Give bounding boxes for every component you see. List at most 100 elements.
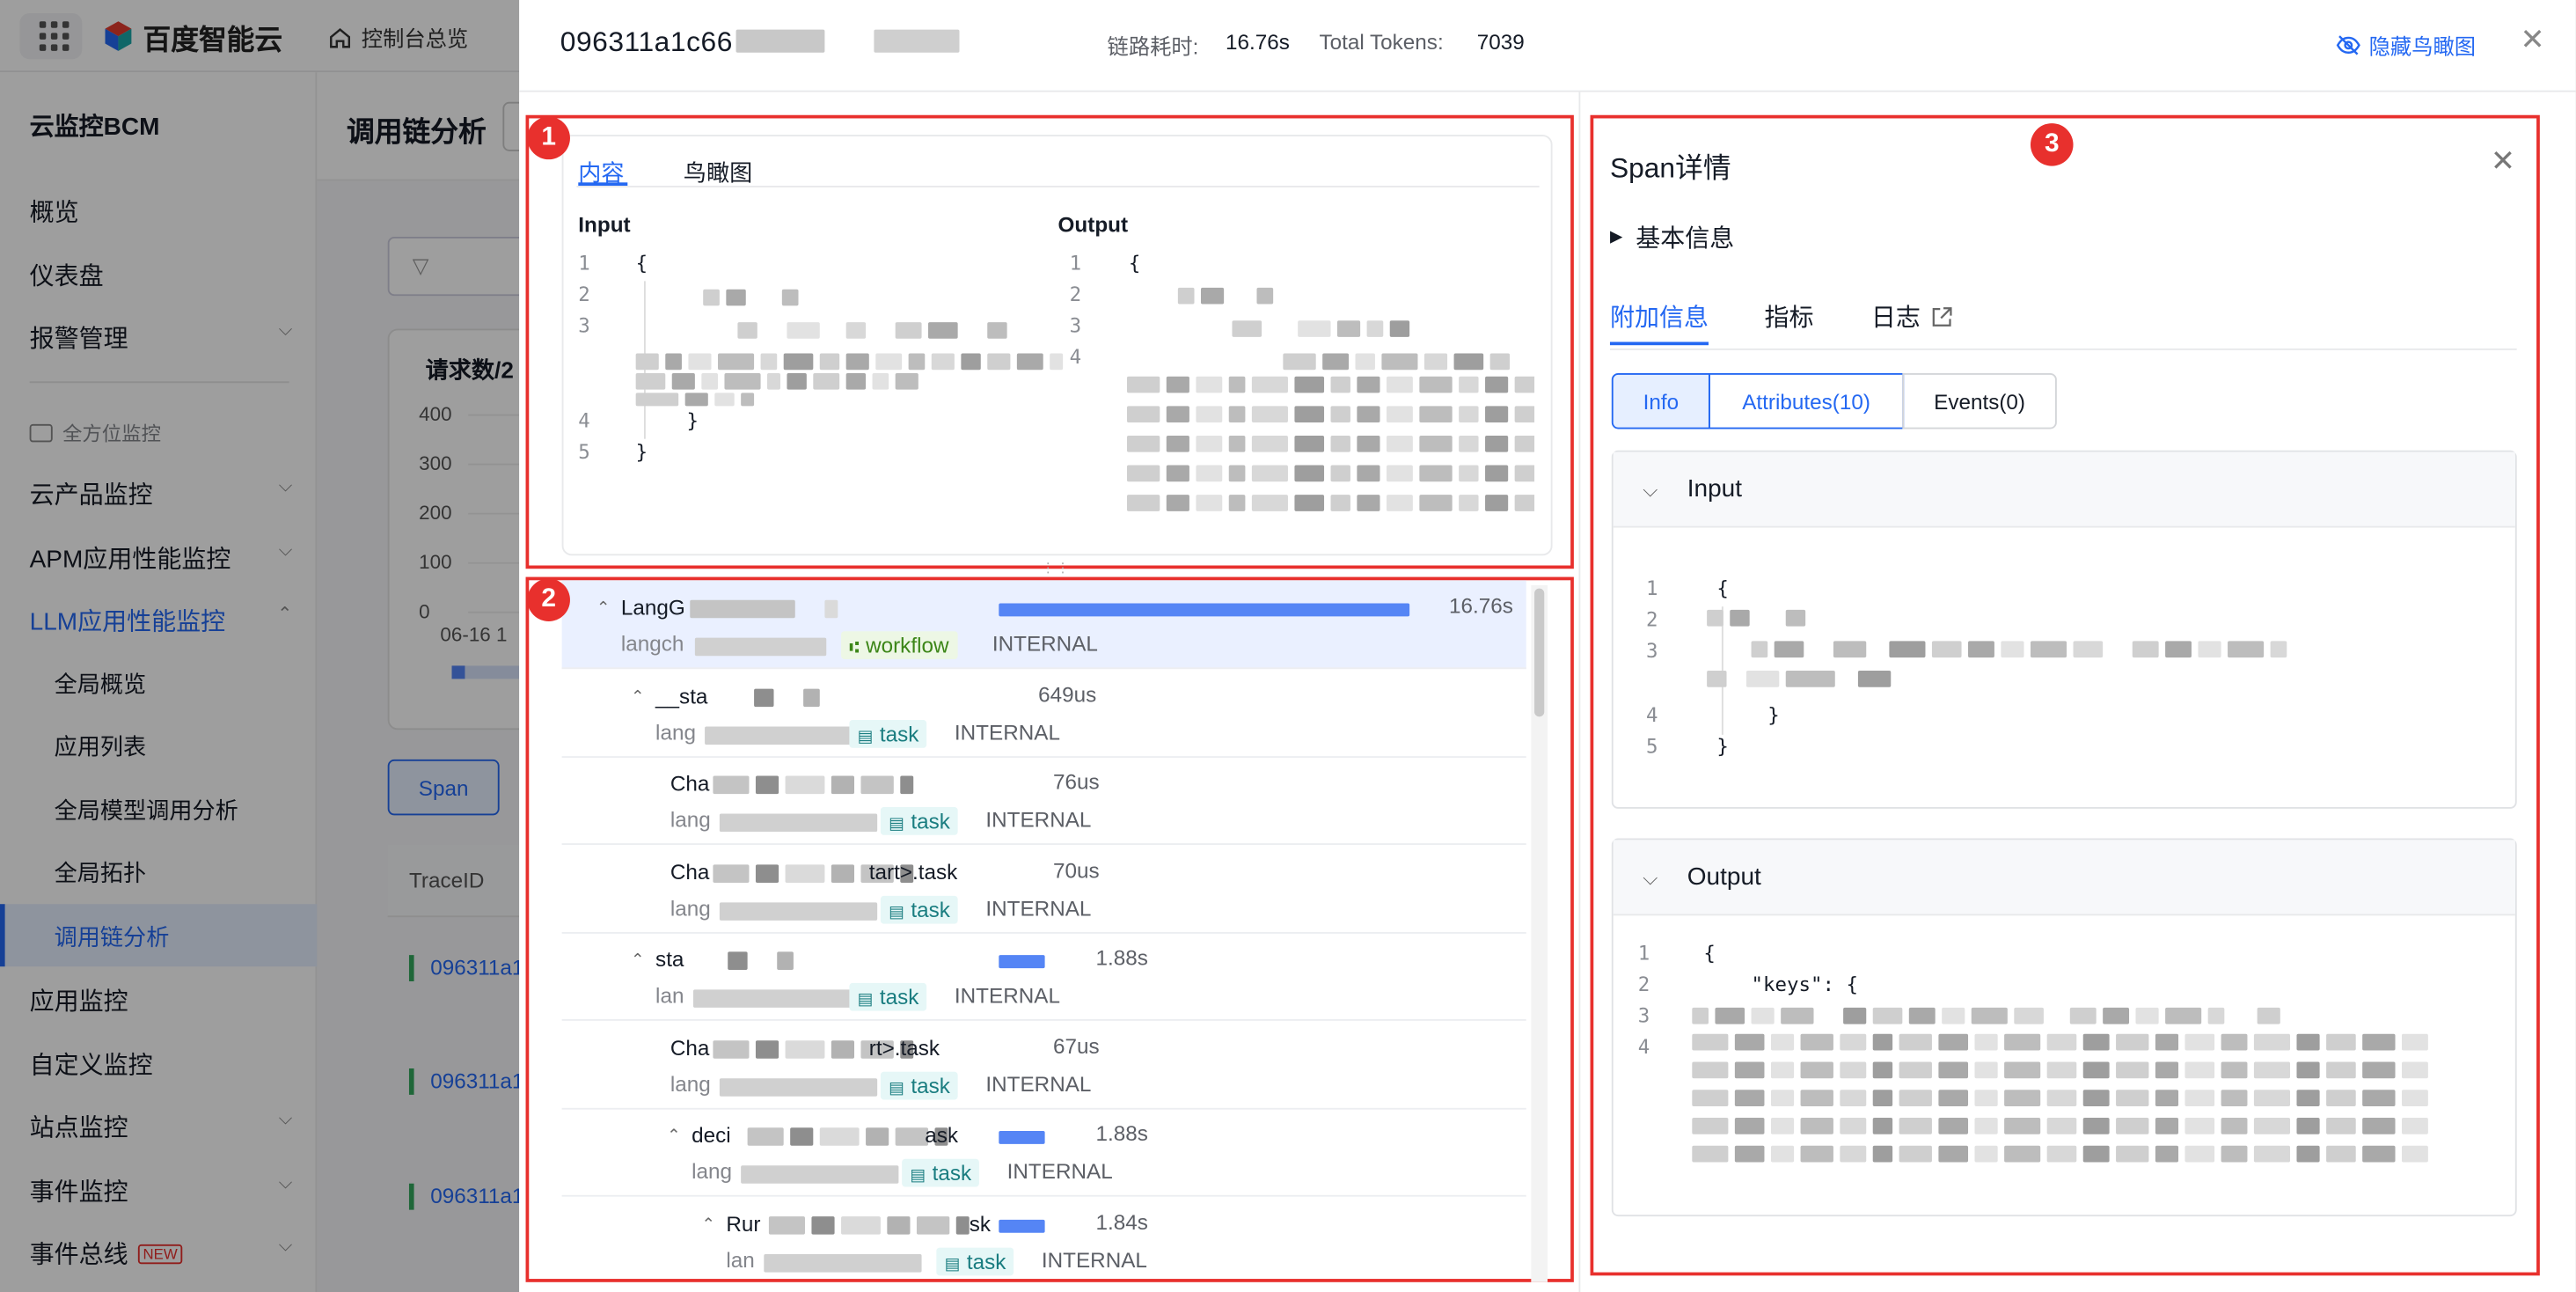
redacted-block [2253,1090,2291,1106]
span-name: LangG [620,595,685,620]
redacted-block [2135,1007,2159,1024]
close-span-detail-icon[interactable]: ✕ [2491,144,2515,179]
redacted-block [2082,1118,2110,1134]
redacted-block [785,864,825,883]
redacted-block [1715,1007,1745,1024]
span-tree-row[interactable]: ⌃ Rur sk lan ▤ task INTERNAL 1.84s [562,1197,1526,1279]
redacted-block [895,322,922,339]
redacted-block [1840,1061,1867,1079]
redacted-block [705,726,863,745]
brace-open: { [1703,942,1716,965]
redacted-block [1745,671,1780,687]
redacted-block [747,1127,784,1146]
tab-birdview[interactable]: 鸟瞰图 [684,156,752,188]
redacted-block [2253,1061,2291,1079]
redacted-block [2082,1090,2110,1106]
redacted-block [1126,376,1160,393]
brace-close: } [635,440,648,464]
output-json-view[interactable]: 1 2 3 4 {"keys": { [1638,936,2500,1195]
redacted-block [819,1127,860,1146]
span-tree-row[interactable]: ⌃ deci ask lang ▤ task INTERNAL 1.88s [561,1108,1526,1197]
hide-birdview-button[interactable]: 隐藏鸟瞰图 [2336,30,2476,61]
collapse-caret-icon[interactable]: ⌃ [631,951,645,970]
redacted-block [755,1040,779,1059]
input-section-header[interactable]: ⌵ Input [1613,451,2515,528]
tree-scrollbar[interactable] [1531,584,1548,1282]
redacted-block [2296,1033,2320,1051]
task-icon: ▤ [889,904,904,922]
redacted-block [1126,406,1160,422]
span-tree-row[interactable]: Cha lang ▤ task INTERNAL 76us [561,756,1526,845]
redacted-block [875,353,903,371]
redacted-block [1833,641,1867,658]
task-tag: ▤ task [902,1158,980,1187]
redacted-block [1357,376,1380,393]
redacted-block [1283,353,1316,371]
redacted-block [1692,1145,1729,1163]
redacted-block [1734,1118,1765,1134]
redacted-block [726,289,746,306]
tokens-label: Total Tokens: [1319,29,1444,55]
span-library: lang [670,895,711,921]
task-tag: ▤ task [880,807,959,835]
redacted-block [2326,1118,2356,1134]
collapse-caret-icon[interactable]: ⌃ [701,1216,715,1235]
redacted-block [1166,495,1189,511]
output-section: ⌵ Output 1 2 3 4 {"keys": { [1611,838,2517,1217]
redacted-block [1730,609,1750,627]
span-tree-row[interactable]: Cha tart>.task lang ▤ task INTERNAL 70us [561,845,1526,934]
redacted-block [845,322,867,339]
resize-handle[interactable]: ⋮⋮ [1042,561,1072,576]
tab-metrics[interactable]: 指标 [1764,299,1813,334]
input-code-view[interactable]: 1 2 3 4 5 {}} [578,252,1064,532]
collapse-caret-icon[interactable]: ⌃ [631,689,645,708]
span-kind: INTERNAL [1006,1158,1113,1184]
redacted-block [1908,1007,1936,1024]
redacted-block [1126,495,1160,511]
output-section-header[interactable]: ⌵ Output [1613,840,2515,916]
redacted-block [2116,1118,2149,1134]
input-json-view[interactable]: 1 2 3 4 5 {}} [1646,570,2500,784]
seg-info[interactable]: Info [1611,372,1710,429]
close-drawer-icon[interactable]: ✕ [2520,23,2544,57]
redacted-block [1770,1090,1795,1106]
collapse-caret-icon[interactable]: ⌃ [667,1127,681,1146]
basic-info-toggle[interactable]: ▶ 基本信息 [1610,220,1734,254]
span-name: __sta [655,683,708,708]
redacted-block [2155,1118,2179,1134]
redacted-block [1899,1145,1932,1163]
output-code-view[interactable]: 1 2 3 4 { [1058,252,1535,515]
redacted-block [2257,1007,2280,1024]
span-tree-row[interactable]: ⌃ sta lan ▤ task INTERNAL 1.88s [561,932,1526,1021]
tab-extra-info[interactable]: 附加信息 [1610,299,1709,334]
tab-logs[interactable]: 日志 [1871,299,1953,334]
redacted-block [841,1216,881,1235]
redacted-block [1453,353,1484,371]
span-duration: 16.76s [1448,593,1513,619]
redacted-block [872,372,889,390]
span-duration: 1.88s [1095,944,1148,970]
collapse-caret-icon[interactable]: ⌃ [596,600,611,619]
seg-events[interactable]: Events(0) [1902,372,2057,429]
seg-attributes[interactable]: Attributes(10) [1708,372,1905,429]
redacted-block [2198,641,2221,658]
redacted-block [2004,1033,2041,1051]
redacted-block [831,1040,854,1059]
redacted-block [1330,465,1350,482]
span-tree-row[interactable]: Cha rt>.task lang ▤ task INTERNAL 67us [561,1021,1526,1110]
redacted-block [1707,671,1727,687]
span-tree-row[interactable]: ⌃ LangG langch ⑆ workflow INTERNAL 16.76s [561,580,1526,670]
duration-bar [999,955,1045,969]
redacted-block [908,353,926,371]
redacted-block [1800,1090,1833,1106]
redacted-block [2030,641,2067,658]
redacted-block [1840,1145,1867,1163]
redacted-block [1692,1118,1729,1134]
redacted-block [2362,1145,2396,1163]
span-kind: INTERNAL [1041,1247,1147,1273]
redacted-block [2132,641,2159,658]
redacted-block [1785,609,1806,627]
span-tree-row[interactable]: ⌃ __sta lang ▤ task INTERNAL 649us [561,669,1526,759]
redacted-block [2326,1145,2356,1163]
redacted-block [961,353,981,371]
